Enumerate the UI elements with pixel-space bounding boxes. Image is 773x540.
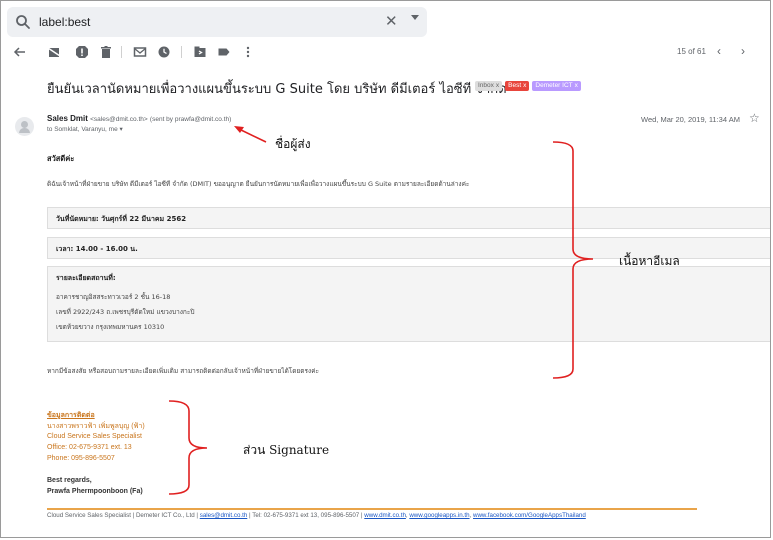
annotation-sender: ชื่อผู้ส่ง bbox=[275, 137, 311, 151]
annotation-signature: ส่วน Signature bbox=[243, 443, 330, 457]
annotation-content: เนื้อหาอีเมล bbox=[619, 254, 680, 268]
annotation-arrow bbox=[234, 126, 267, 143]
content-brace bbox=[552, 141, 594, 379]
gmail-window: ✕ 15 of 61 ‹ bbox=[0, 0, 771, 538]
signature-brace bbox=[168, 400, 208, 495]
